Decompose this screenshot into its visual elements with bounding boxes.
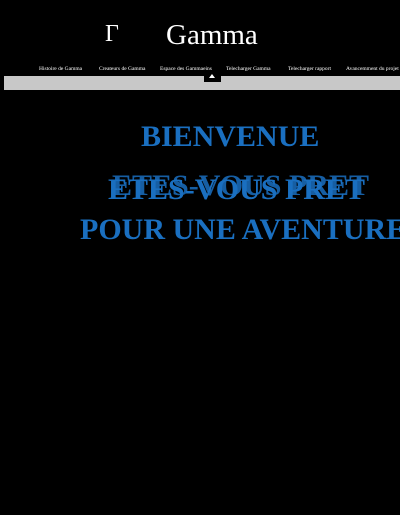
hero-adventure: POUR UNE AVENTURE xyxy=(80,213,400,246)
gamma-logo-icon: Γ xyxy=(105,21,119,47)
nav-item-createurs[interactable]: Createurs de Gamma xyxy=(99,63,145,75)
nav-bar xyxy=(4,76,400,90)
site-title: Gamma xyxy=(166,19,258,51)
site-header: Γ Gamma xyxy=(0,0,400,64)
nav-item-telecharger-rapport[interactable]: Telecharger rapport xyxy=(288,63,331,75)
nav-item-histoire[interactable]: Histoire de Gamma xyxy=(39,63,82,75)
hero-welcome: BIENVENUE xyxy=(141,120,320,153)
nav-toggle-button[interactable] xyxy=(204,71,221,82)
hero-ready: ETES-VOUS PRET xyxy=(108,173,365,206)
main-nav: Histoire de Gamma Createurs de Gamma Esp… xyxy=(0,63,400,75)
caret-up-icon xyxy=(209,74,215,78)
nav-item-avancement[interactable]: Avancemment du projet xyxy=(346,63,399,75)
nav-item-telecharger-gamma[interactable]: Telecharger Gamma xyxy=(226,63,271,75)
